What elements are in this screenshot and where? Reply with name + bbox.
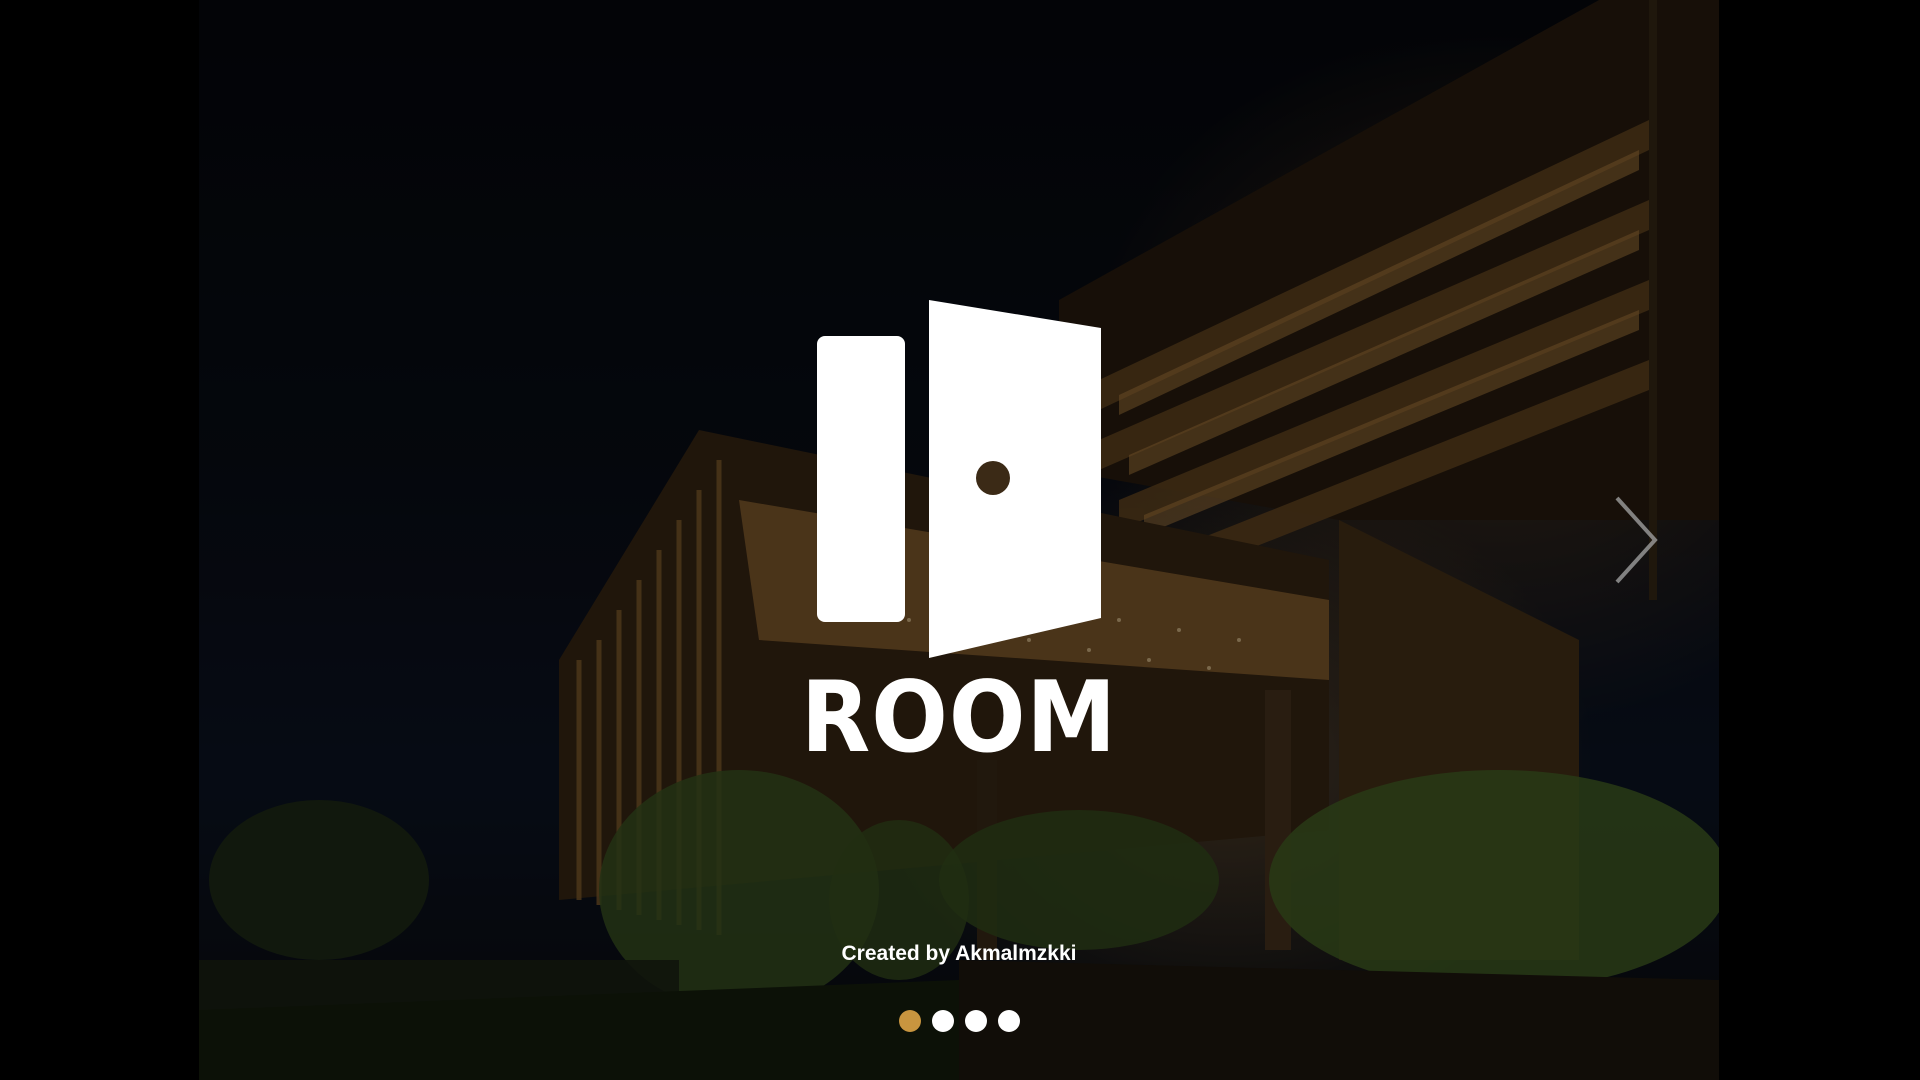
credit-text: Created by Akmalmzkki (841, 942, 1077, 965)
hero-slide: ROOM Created by Akmalmzkki (199, 0, 1719, 1080)
page-dot-4[interactable] (997, 1010, 1020, 1032)
pagination-dots (199, 1010, 1719, 1032)
chevron-right-icon[interactable] (1605, 490, 1665, 590)
page-dot-2[interactable] (931, 1010, 954, 1032)
page-dot-3[interactable] (964, 1010, 987, 1032)
page-dot-1[interactable] (898, 1010, 921, 1032)
app-name: ROOM (800, 661, 1118, 775)
splash-screen: ROOM Created by Akmalmzkki (0, 0, 1920, 1080)
door-icon (817, 300, 1101, 658)
